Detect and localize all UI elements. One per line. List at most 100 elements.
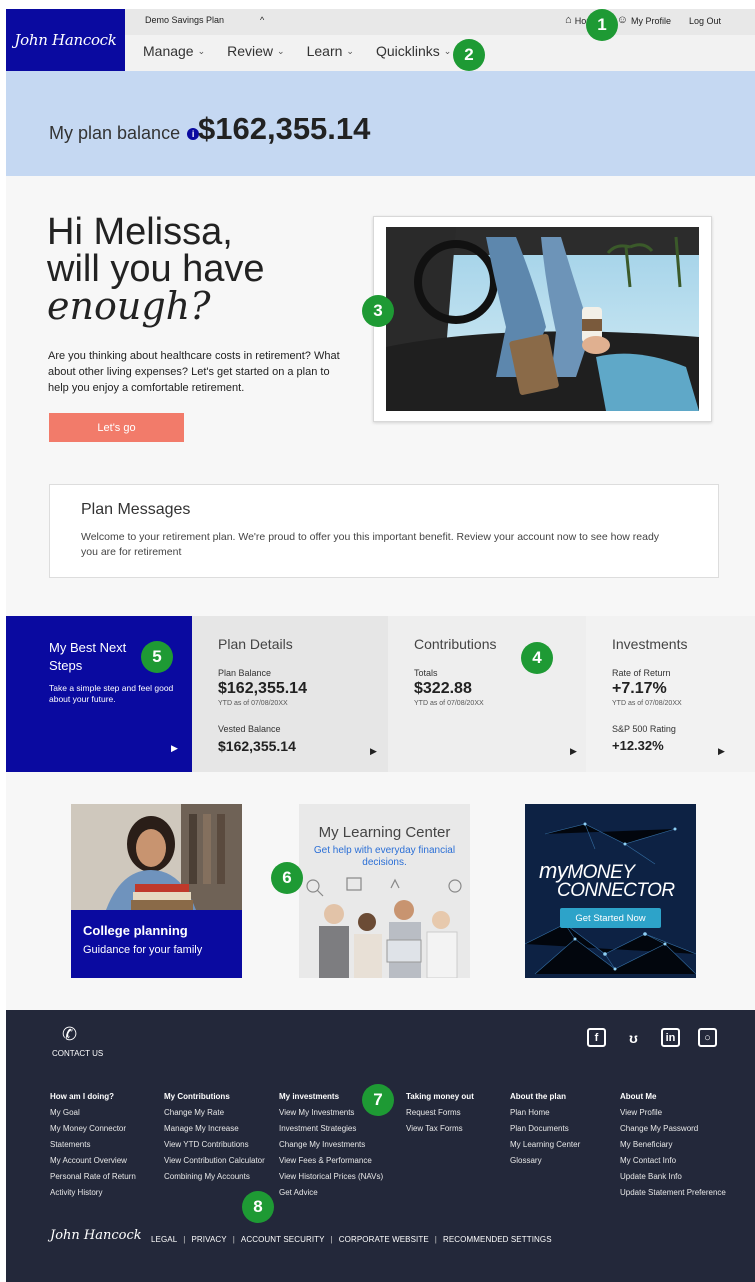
footer-link[interactable]: My Goal bbox=[50, 1105, 136, 1121]
main-nav: Manage ⌄ Review ⌄ Learn ⌄ Quicklinks ⌄ bbox=[143, 43, 451, 59]
footer-col-about-the-plan: About the plan Plan Home Plan Documents … bbox=[510, 1089, 580, 1169]
tile-plan-details[interactable]: Plan Details Plan Balance $162,355.14 YT… bbox=[192, 616, 388, 772]
hero-title: Hi Melissa, will you have enough? bbox=[47, 211, 265, 325]
footer-link[interactable]: My Contact Info bbox=[620, 1153, 726, 1169]
plan-balance-value: $162,355.14 bbox=[218, 680, 307, 697]
learning-title: My Learning Center bbox=[318, 824, 451, 841]
hero-body: Are you thinking about healthcare costs … bbox=[48, 350, 340, 394]
instagram-icon[interactable]: ○ bbox=[698, 1028, 717, 1047]
legal-links: LEGAL | PRIVACY | ACCOUNT SECURITY | COR… bbox=[151, 1235, 552, 1244]
footer-link[interactable]: View Profile bbox=[620, 1105, 726, 1121]
footer-link[interactable]: View YTD Contributions bbox=[164, 1137, 265, 1153]
footer-link[interactable]: Request Forms bbox=[406, 1105, 474, 1121]
promo-my-money-connector[interactable]: myMONEY CONNECTOR Get Started Now bbox=[525, 804, 696, 978]
chevron-down-icon: ⌄ bbox=[443, 45, 452, 56]
footer-link[interactable]: Change My Password bbox=[620, 1121, 726, 1137]
footer-link[interactable]: Change My Investments bbox=[279, 1137, 383, 1153]
plan-balance-sub: YTD as of 07/08/20XX bbox=[218, 700, 288, 707]
contrib-totals-label: Totals bbox=[414, 668, 438, 678]
corporate-website-link[interactable]: CORPORATE WEBSITE bbox=[339, 1235, 429, 1244]
tile-investments[interactable]: Investments Rate of Return +7.17% YTD as… bbox=[586, 616, 755, 772]
hero-line-1: Hi Melissa, bbox=[47, 211, 233, 253]
chevron-up-icon: ^ bbox=[260, 15, 265, 25]
header: John Hancock Demo Savings Plan ^ ⌂ Home … bbox=[6, 9, 755, 71]
nav-learn-label: Learn bbox=[306, 43, 343, 59]
contact-us[interactable]: ✆ CONTACT US bbox=[52, 1024, 103, 1058]
footer-link[interactable]: My Account Overview bbox=[50, 1153, 136, 1169]
footer-col-taking-money-out: Taking money out Request Forms View Tax … bbox=[406, 1089, 474, 1137]
college-photo bbox=[71, 804, 242, 910]
profile-link[interactable]: ☺ My Profile bbox=[617, 15, 671, 26]
legal-separator: | bbox=[434, 1235, 437, 1244]
page: John Hancock Demo Savings Plan ^ ⌂ Home … bbox=[6, 9, 755, 1282]
footer-link[interactable]: Activity History bbox=[50, 1185, 136, 1201]
legal-link[interactable]: LEGAL bbox=[151, 1235, 177, 1244]
linkedin-icon[interactable]: in bbox=[661, 1028, 680, 1047]
privacy-link[interactable]: PRIVACY bbox=[191, 1235, 226, 1244]
footer-heading: My investments bbox=[279, 1092, 340, 1101]
callout-badge-8: 8 bbox=[242, 1191, 274, 1223]
footer-link[interactable]: Get Advice bbox=[279, 1185, 383, 1201]
footer-link[interactable]: My Beneficiary bbox=[620, 1137, 726, 1153]
plan-selector[interactable]: Demo Savings Plan ^ bbox=[145, 15, 264, 25]
ror-value: +7.17% bbox=[612, 680, 667, 697]
callout-badge-7: 7 bbox=[362, 1084, 394, 1116]
footer-link[interactable]: Plan Documents bbox=[510, 1121, 580, 1137]
logo[interactable]: John Hancock bbox=[6, 9, 125, 71]
caret-right-icon: ▶ bbox=[570, 746, 577, 756]
nav-quicklinks[interactable]: Quicklinks ⌄ bbox=[376, 43, 451, 59]
footer-link[interactable]: View Fees & Performance bbox=[279, 1153, 383, 1169]
footer-link[interactable]: Change My Rate bbox=[164, 1105, 265, 1121]
callout-badge-3: 3 bbox=[362, 295, 394, 327]
balance-label-text: My plan balance bbox=[49, 123, 181, 143]
footer-heading: How am I doing? bbox=[50, 1092, 114, 1101]
footer-link[interactable]: View Historical Prices (NAVs) bbox=[279, 1169, 383, 1185]
learning-sub: Get help with everyday financial decisio… bbox=[313, 845, 456, 868]
footer-link[interactable]: Update Bank Info bbox=[620, 1169, 726, 1185]
caret-right-icon: ▶ bbox=[171, 743, 178, 753]
footer-link[interactable]: Manage My Increase bbox=[164, 1121, 265, 1137]
promo-college-planning[interactable]: College planning Guidance for your famil… bbox=[71, 804, 242, 978]
tile-contributions[interactable]: Contributions Totals $322.88 YTD as of 0… bbox=[388, 616, 586, 772]
recommended-settings-link[interactable]: RECOMMENDED SETTINGS bbox=[443, 1235, 552, 1244]
nav-review[interactable]: Review ⌄ bbox=[227, 43, 284, 59]
nav-review-label: Review bbox=[227, 43, 274, 59]
footer: ✆ CONTACT US f ʊ in ○ How am I doing? My… bbox=[6, 1010, 755, 1282]
footer-link[interactable]: Statements bbox=[50, 1137, 136, 1153]
tile-best-next-steps[interactable]: My Best Next Steps Take a simple step an… bbox=[6, 616, 192, 772]
footer-link[interactable]: Investment Strategies bbox=[279, 1121, 383, 1137]
tile-plan-title: Plan Details bbox=[218, 636, 293, 652]
lets-go-button[interactable]: Let's go bbox=[49, 413, 184, 442]
footer-link[interactable]: Glossary bbox=[510, 1153, 580, 1169]
tile-next-desc: Take a simple step and feel good about y… bbox=[49, 683, 174, 704]
callout-badge-2: 2 bbox=[453, 39, 485, 71]
account-security-link[interactable]: ACCOUNT SECURITY bbox=[241, 1235, 325, 1244]
footer-link[interactable]: Plan Home bbox=[510, 1105, 580, 1121]
balance-band: My plan balance i $162,355.14 bbox=[6, 71, 755, 176]
footer-logo[interactable]: John Hancock bbox=[50, 1228, 142, 1243]
footer-link[interactable]: View Tax Forms bbox=[406, 1121, 474, 1137]
college-title: College planning bbox=[83, 923, 188, 938]
footer-link[interactable]: View Contribution Calculator bbox=[164, 1153, 265, 1169]
get-started-button[interactable]: Get Started Now bbox=[560, 908, 661, 928]
plan-name: Demo Savings Plan bbox=[145, 15, 225, 25]
twitter-icon[interactable]: ʊ bbox=[624, 1028, 643, 1047]
top-bar: Demo Savings Plan ^ ⌂ Home ☺ My Profile … bbox=[125, 9, 755, 35]
nav-learn[interactable]: Learn ⌄ bbox=[307, 43, 354, 59]
footer-col-how-am-i-doing: How am I doing? My Goal My Money Connect… bbox=[50, 1089, 136, 1201]
facebook-icon[interactable]: f bbox=[587, 1028, 606, 1047]
footer-link[interactable]: My Money Connector bbox=[50, 1121, 136, 1137]
hero-photo bbox=[386, 227, 699, 411]
footer-link[interactable]: Combining My Accounts bbox=[164, 1169, 265, 1185]
logout-link[interactable]: Log Out bbox=[689, 16, 721, 26]
nav-quicklinks-label: Quicklinks bbox=[375, 43, 440, 59]
plan-messages-body: Welcome to your retirement plan. We're p… bbox=[81, 531, 660, 558]
contrib-totals-sub: YTD as of 07/08/20XX bbox=[414, 700, 484, 707]
footer-link[interactable]: My Learning Center bbox=[510, 1137, 580, 1153]
callout-badge-6: 6 bbox=[271, 862, 303, 894]
nav-manage[interactable]: Manage ⌄ bbox=[143, 43, 205, 59]
footer-link[interactable]: Personal Rate of Return bbox=[50, 1169, 136, 1185]
footer-col-about-me: About Me View Profile Change My Password… bbox=[620, 1089, 726, 1201]
promo-learning-center[interactable]: My Learning Center Get help with everyda… bbox=[299, 804, 470, 978]
footer-link[interactable]: Update Statement Preference bbox=[620, 1185, 726, 1201]
